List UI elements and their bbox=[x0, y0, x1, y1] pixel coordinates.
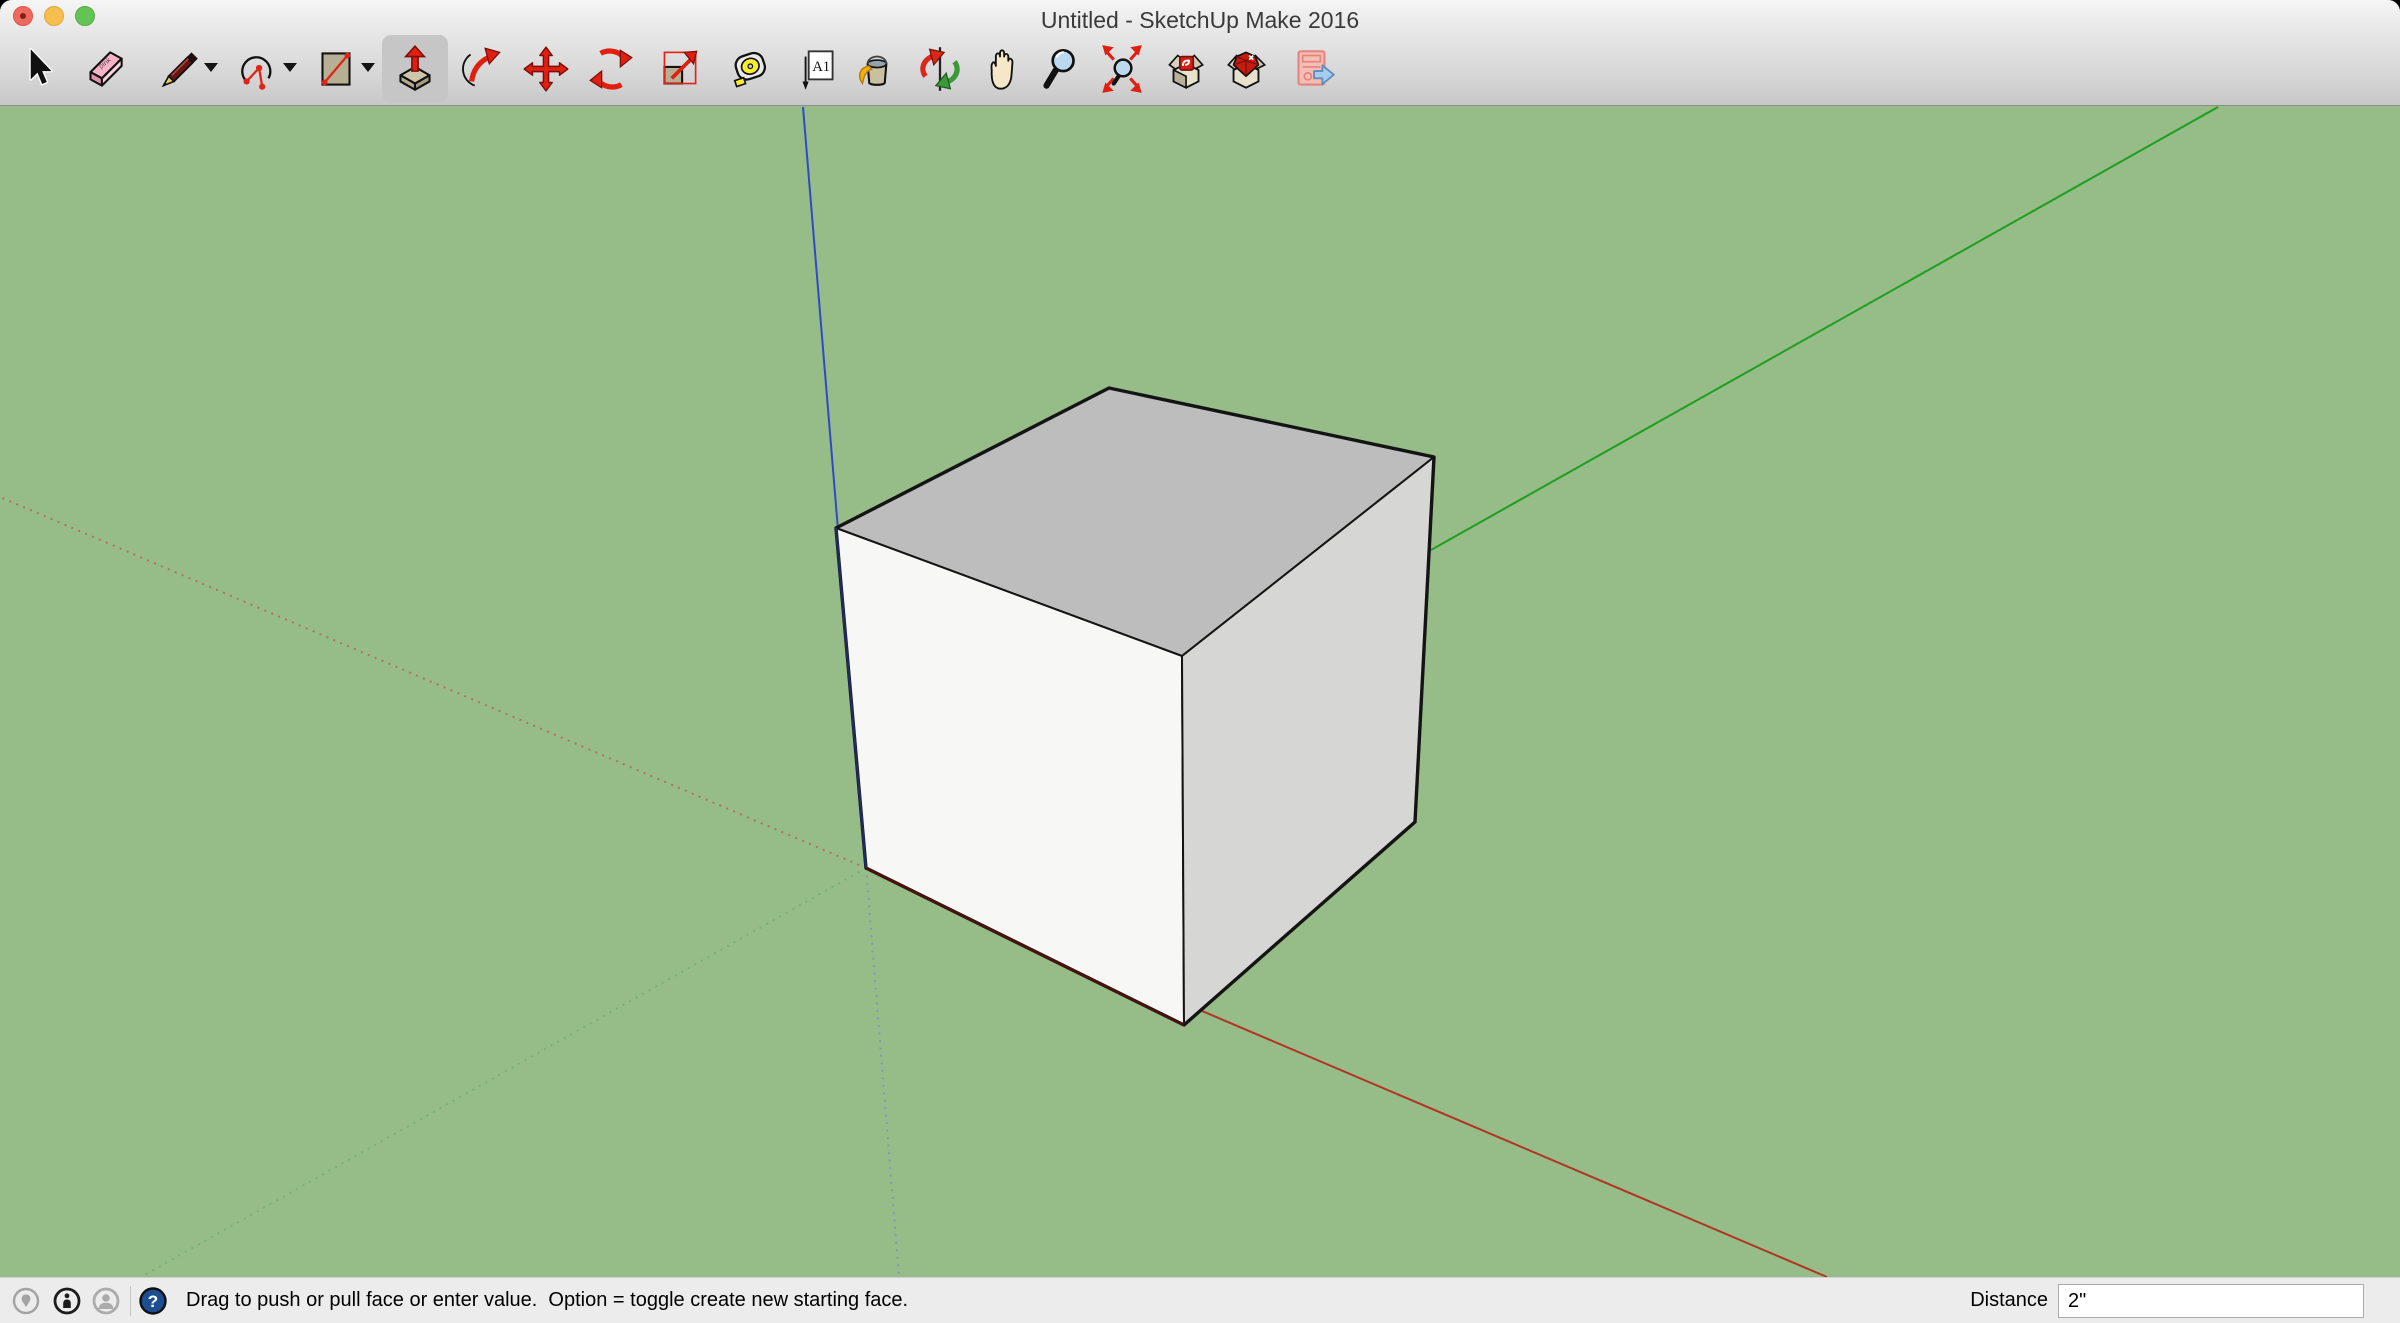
distance-input[interactable] bbox=[2058, 1284, 2364, 1318]
3d-viewport[interactable] bbox=[0, 0, 2400, 1323]
paint-bucket-icon bbox=[853, 42, 901, 96]
help-question-mark: ? bbox=[148, 1292, 158, 1311]
move-icon bbox=[522, 42, 570, 96]
tool-move[interactable] bbox=[520, 38, 572, 100]
tool-eraser[interactable]: pink bbox=[78, 38, 130, 100]
shapes-dropdown-arrow[interactable] bbox=[361, 63, 375, 72]
status-separator bbox=[130, 1286, 131, 1316]
rectangle-icon bbox=[312, 42, 360, 96]
tool-tape-measure[interactable] bbox=[725, 38, 777, 100]
tool-paint-bucket[interactable] bbox=[851, 38, 903, 100]
tool-text[interactable]: A1 bbox=[791, 38, 843, 100]
tool-follow-me[interactable] bbox=[456, 38, 508, 100]
geolocation-icon[interactable] bbox=[11, 1286, 41, 1316]
tool-pan[interactable] bbox=[974, 38, 1026, 100]
tool-arcs[interactable] bbox=[231, 38, 283, 100]
text-icon: A1 bbox=[793, 42, 841, 96]
sketchup-window: Untitled - SketchUp Make 2016 pink bbox=[0, 0, 2400, 1323]
push-pull-icon bbox=[391, 42, 439, 96]
zoom-magnifier-icon bbox=[1036, 42, 1084, 96]
eraser-icon: pink bbox=[80, 42, 128, 96]
tool-orbit[interactable] bbox=[914, 38, 966, 100]
credits-icon[interactable] bbox=[52, 1286, 82, 1316]
tool-get-models[interactable] bbox=[1159, 38, 1211, 100]
text-tool-sample: A1 bbox=[812, 59, 830, 75]
tool-extension-warehouse[interactable] bbox=[1220, 38, 1272, 100]
window-title: Untitled - SketchUp Make 2016 bbox=[0, 7, 2400, 34]
tool-shapes[interactable] bbox=[310, 38, 362, 100]
send-to-layout-icon bbox=[1288, 42, 1336, 96]
orbit-icon bbox=[916, 42, 964, 96]
tool-line[interactable] bbox=[152, 38, 204, 100]
pencil-icon bbox=[154, 42, 202, 96]
scale-icon bbox=[655, 42, 703, 96]
zoom-extents-icon bbox=[1098, 42, 1146, 96]
tool-select[interactable] bbox=[12, 38, 64, 100]
tool-send-to-layout[interactable] bbox=[1286, 38, 1338, 100]
window-header: Untitled - SketchUp Make 2016 pink bbox=[0, 0, 2400, 106]
arcs-dropdown-arrow[interactable] bbox=[283, 63, 297, 72]
help-icon[interactable]: ? bbox=[138, 1286, 168, 1316]
sign-in-icon[interactable] bbox=[91, 1286, 121, 1316]
select-arrow-icon bbox=[14, 42, 62, 96]
status-message: Drag to push or pull face or enter value… bbox=[186, 1289, 908, 1312]
rotate-icon bbox=[587, 42, 635, 96]
arc-icon bbox=[233, 42, 281, 96]
extension-warehouse-gem-icon bbox=[1222, 42, 1270, 96]
tool-rotate[interactable] bbox=[585, 38, 637, 100]
tape-measure-icon bbox=[727, 42, 775, 96]
get-models-box-icon bbox=[1161, 42, 1209, 96]
distance-label: Distance bbox=[1970, 1289, 2048, 1312]
pan-hand-icon bbox=[976, 42, 1024, 96]
status-bar: ? Drag to push or pull face or enter val… bbox=[0, 1277, 2400, 1323]
follow-me-icon bbox=[458, 42, 506, 96]
tool-push-pull[interactable] bbox=[389, 38, 441, 100]
tool-zoom[interactable] bbox=[1034, 38, 1086, 100]
line-dropdown-arrow[interactable] bbox=[204, 63, 218, 72]
tool-scale[interactable] bbox=[653, 38, 705, 100]
tool-zoom-extents[interactable] bbox=[1096, 38, 1148, 100]
